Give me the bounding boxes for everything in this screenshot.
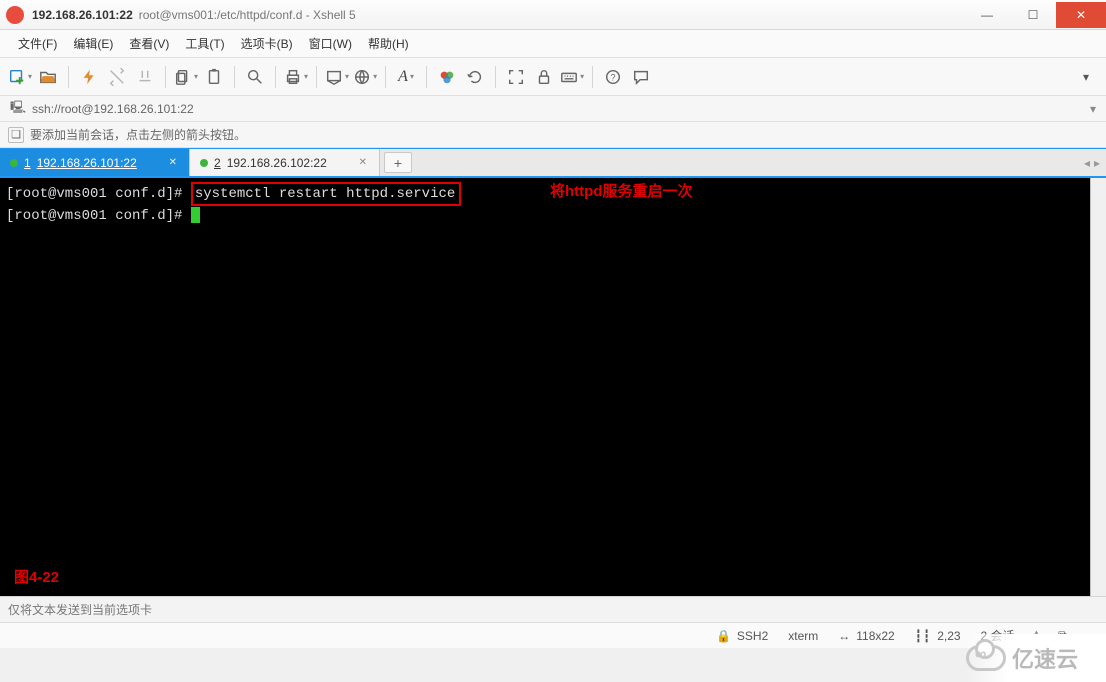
toolbar-menu[interactable]: ▾ bbox=[1074, 65, 1098, 89]
tab-scroll-left-icon[interactable]: ◂ bbox=[1084, 156, 1090, 170]
separator bbox=[234, 66, 235, 88]
position-icon: ┇┇ bbox=[915, 629, 931, 643]
print-button[interactable] bbox=[284, 65, 308, 89]
keyboard-button[interactable] bbox=[560, 65, 584, 89]
quick-command-button[interactable] bbox=[77, 65, 101, 89]
title-bar: 192.168.26.101:22 root@vms001:/etc/httpd… bbox=[0, 0, 1106, 30]
menu-tools[interactable]: 工具(T) bbox=[179, 33, 230, 54]
new-session-button[interactable] bbox=[8, 65, 32, 89]
hint-bar: ❏ 要添加当前会话，点击左侧的箭头按钮。 bbox=[0, 122, 1106, 148]
font-button[interactable]: A bbox=[394, 65, 418, 89]
close-button[interactable]: ✕ bbox=[1056, 2, 1106, 28]
menu-tabs[interactable]: 选项卡(B) bbox=[235, 33, 299, 54]
tab-scroll-right-icon[interactable]: ▸ bbox=[1094, 156, 1100, 170]
watermark-text: 亿速云 bbox=[1012, 642, 1078, 674]
open-button[interactable] bbox=[36, 65, 60, 89]
address-url[interactable]: ssh://root@192.168.26.101:22 bbox=[32, 102, 194, 116]
status-dot-icon bbox=[200, 159, 208, 167]
xftp-button[interactable] bbox=[325, 65, 349, 89]
tab-num: 2 bbox=[214, 156, 221, 170]
tab-num: 1 bbox=[24, 156, 31, 170]
disconnect-button[interactable] bbox=[133, 65, 157, 89]
globe-button[interactable] bbox=[353, 65, 377, 89]
minimize-button[interactable]: — bbox=[964, 2, 1010, 28]
session-tab-2[interactable]: 2 192.168.26.102:22 ✕ bbox=[190, 149, 380, 176]
status-size: 118x22 bbox=[856, 629, 894, 643]
prompt: [root@vms001 conf.d]# bbox=[6, 186, 191, 202]
send-bar-text: 仅将文本发送到当前选项卡 bbox=[8, 601, 152, 618]
separator bbox=[165, 66, 166, 88]
reconnect-button[interactable] bbox=[105, 65, 129, 89]
separator bbox=[275, 66, 276, 88]
menu-help[interactable]: 帮助(H) bbox=[362, 33, 415, 54]
toolbar: A ? ▾ bbox=[0, 58, 1106, 96]
menu-edit[interactable]: 编辑(E) bbox=[67, 33, 119, 54]
prompt: [root@vms001 conf.d]# bbox=[6, 208, 191, 224]
app-icon bbox=[6, 6, 24, 24]
menu-window[interactable]: 窗口(W) bbox=[303, 33, 358, 54]
fullscreen-button[interactable] bbox=[504, 65, 528, 89]
cursor-icon bbox=[191, 207, 200, 223]
title-host: 192.168.26.101:22 bbox=[32, 8, 133, 22]
separator bbox=[316, 66, 317, 88]
tab-bar: 1 192.168.26.101:22 ✕ 2 192.168.26.102:2… bbox=[0, 148, 1106, 178]
status-dot-icon bbox=[10, 159, 18, 167]
new-tab-button[interactable]: + bbox=[384, 152, 412, 173]
terminal[interactable]: [root@vms001 conf.d]# systemctl restart … bbox=[0, 178, 1106, 596]
menu-bar: 文件(F) 编辑(E) 查看(V) 工具(T) 选项卡(B) 窗口(W) 帮助(… bbox=[0, 30, 1106, 58]
copy-button[interactable] bbox=[174, 65, 198, 89]
find-button[interactable] bbox=[243, 65, 267, 89]
menu-file[interactable]: 文件(F) bbox=[12, 33, 63, 54]
tab-close-icon[interactable]: ✕ bbox=[359, 157, 367, 168]
separator bbox=[68, 66, 69, 88]
tab-label: 192.168.26.101:22 bbox=[37, 156, 137, 170]
separator bbox=[385, 66, 386, 88]
maximize-button[interactable]: ☐ bbox=[1010, 2, 1056, 28]
tab-label: 192.168.26.102:22 bbox=[227, 156, 327, 170]
cloud-icon bbox=[966, 645, 1006, 671]
hint-text: 要添加当前会话，点击左侧的箭头按钮。 bbox=[30, 126, 246, 143]
status-pos: 2,23 bbox=[937, 629, 960, 643]
resize-icon: ↔ bbox=[838, 629, 850, 643]
add-session-hint-button[interactable]: ❏ bbox=[8, 127, 24, 143]
address-host-icon: 🖳 bbox=[10, 98, 26, 119]
lock-button[interactable] bbox=[532, 65, 556, 89]
refresh-button[interactable] bbox=[463, 65, 487, 89]
separator bbox=[495, 66, 496, 88]
menu-view[interactable]: 查看(V) bbox=[123, 33, 175, 54]
status-term: xterm bbox=[788, 629, 818, 643]
status-bar: 🔒SSH2 xterm ↔118x22 ┇┇2,23 2 会话 ▴▾ ⧉ ▭ bbox=[0, 622, 1106, 648]
chat-button[interactable] bbox=[629, 65, 653, 89]
title-path: root@vms001:/etc/httpd/conf.d - Xshell 5 bbox=[139, 8, 356, 22]
annotation-restart: 将httpd服务重启一次 bbox=[550, 182, 692, 202]
lock-icon: 🔒 bbox=[716, 629, 731, 643]
svg-text:?: ? bbox=[611, 72, 616, 82]
status-conn: SSH2 bbox=[737, 629, 768, 643]
paste-button[interactable] bbox=[202, 65, 226, 89]
session-tab-1[interactable]: 1 192.168.26.101:22 ✕ bbox=[0, 149, 190, 176]
figure-label: 图4-22 bbox=[14, 568, 59, 588]
separator bbox=[426, 66, 427, 88]
send-bar[interactable]: 仅将文本发送到当前选项卡 bbox=[0, 596, 1106, 622]
scrollbar[interactable] bbox=[1090, 178, 1106, 596]
highlighted-command: systemctl restart httpd.service bbox=[191, 182, 461, 206]
address-bar: 🖳 ssh://root@192.168.26.101:22 ▾ bbox=[0, 96, 1106, 122]
color-scheme-button[interactable] bbox=[435, 65, 459, 89]
help-button[interactable]: ? bbox=[601, 65, 625, 89]
separator bbox=[592, 66, 593, 88]
tab-close-icon[interactable]: ✕ bbox=[169, 157, 177, 168]
address-dropdown[interactable]: ▾ bbox=[1090, 102, 1096, 116]
watermark: 亿速云 bbox=[966, 634, 1106, 682]
